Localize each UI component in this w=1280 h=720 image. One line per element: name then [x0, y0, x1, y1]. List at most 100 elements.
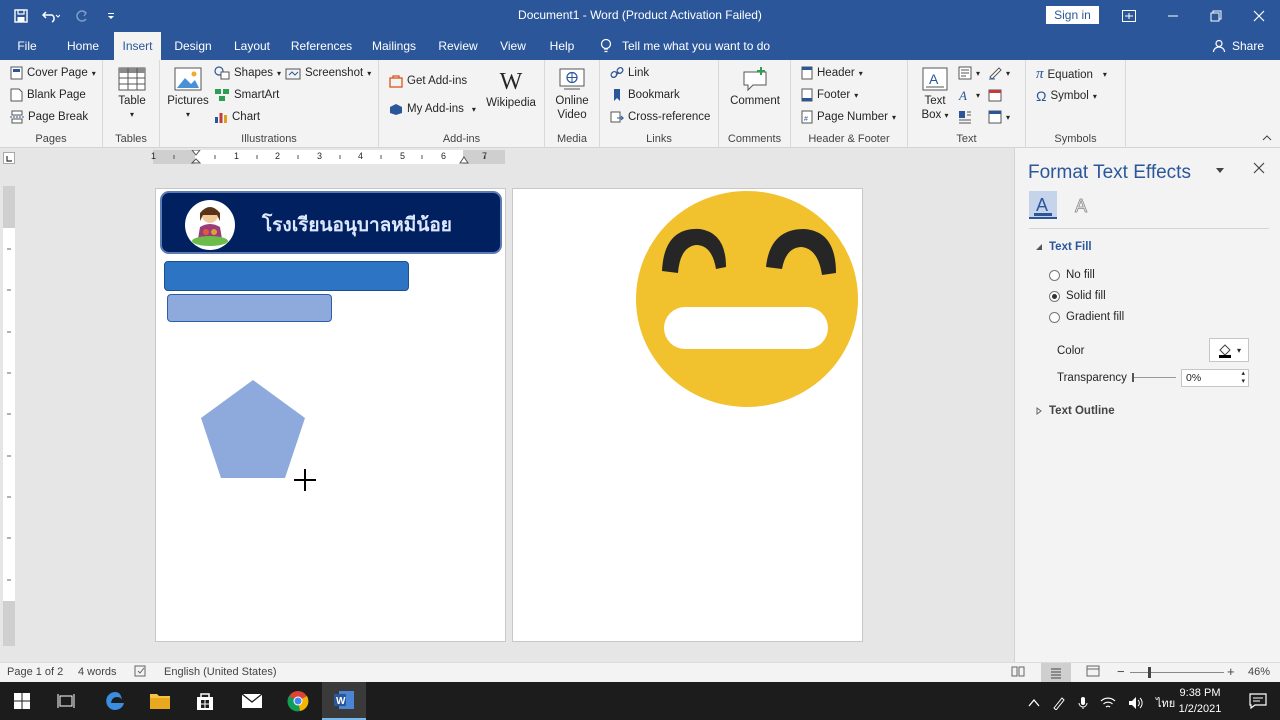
gradient-fill-radio[interactable]: Gradient fill: [1049, 311, 1124, 323]
restore-button[interactable]: [1194, 0, 1238, 32]
tab-mailings[interactable]: Mailings: [366, 32, 422, 60]
vertical-ruler[interactable]: [3, 186, 15, 646]
tab-references[interactable]: References: [288, 32, 355, 60]
page-2[interactable]: [512, 188, 863, 642]
get-addins-button[interactable]: Get Add-ins: [389, 74, 467, 88]
table-button[interactable]: Table ▾: [113, 66, 151, 122]
pane-options-button[interactable]: [1215, 164, 1225, 178]
date-time-button[interactable]: [988, 88, 1002, 102]
collapse-ribbon-button[interactable]: [1262, 134, 1272, 142]
proofing-icon[interactable]: [134, 665, 148, 680]
bookmark-button[interactable]: Bookmark: [610, 88, 680, 102]
tab-home[interactable]: Home: [60, 32, 106, 60]
object-button[interactable]: ▾: [988, 110, 1010, 124]
speaker-icon[interactable]: [1128, 696, 1144, 710]
smartart-button[interactable]: SmartArt: [214, 88, 279, 102]
zoom-slider[interactable]: [1130, 672, 1224, 673]
online-video-button[interactable]: Online Video: [551, 66, 593, 122]
tab-layout[interactable]: Layout: [228, 32, 276, 60]
no-fill-radio[interactable]: No fill: [1049, 269, 1095, 281]
equation-button[interactable]: π Equation ▾: [1036, 66, 1107, 83]
edge-button[interactable]: [93, 682, 137, 720]
text-box-button[interactable]: A Text Box ▾: [914, 66, 956, 123]
tab-view[interactable]: View: [494, 32, 532, 60]
microphone-icon[interactable]: [1078, 696, 1088, 710]
share-button[interactable]: Share: [1212, 32, 1264, 60]
action-center-button[interactable]: [1236, 682, 1280, 720]
footer-button[interactable]: Footer ▾: [801, 88, 858, 102]
clock[interactable]: 9:38 PM 1/2/2021: [1172, 685, 1228, 717]
solid-fill-radio[interactable]: Solid fill: [1049, 290, 1106, 302]
zoom-out-button[interactable]: −: [1117, 664, 1125, 679]
tell-me-box[interactable]: Tell me what you want to do: [600, 32, 770, 60]
tab-design[interactable]: Design: [170, 32, 216, 60]
pentagon-shape[interactable]: [199, 378, 307, 480]
redo-button[interactable]: [70, 6, 92, 26]
text-effects-tab[interactable]: A: [1067, 191, 1095, 219]
text-fill-section-header[interactable]: Text Fill: [1035, 241, 1092, 253]
minimize-button[interactable]: [1151, 0, 1195, 32]
zoom-in-button[interactable]: +: [1227, 664, 1235, 679]
file-explorer-button[interactable]: [138, 682, 182, 720]
wifi-icon[interactable]: [1100, 696, 1116, 710]
header-button[interactable]: Header ▾: [801, 66, 863, 80]
right-indent-marker[interactable]: [459, 156, 469, 164]
mail-button[interactable]: [230, 682, 274, 720]
pane-close-button[interactable]: [1253, 162, 1265, 177]
grinning-emoji-shape[interactable]: [636, 187, 860, 409]
store-button[interactable]: [183, 682, 227, 720]
word-taskbar-button[interactable]: W: [322, 682, 366, 720]
chart-button[interactable]: Chart: [214, 110, 260, 124]
word-count[interactable]: 4 words: [78, 666, 117, 678]
signature-line-button[interactable]: ▾: [988, 66, 1010, 80]
wikipedia-button[interactable]: W Wikipedia: [481, 68, 541, 110]
transparency-input[interactable]: 0% ▴ ▾: [1181, 369, 1249, 387]
horizontal-ruler[interactable]: 1 1 2 3 4 5 6 7: [151, 150, 505, 164]
transparency-slider-thumb[interactable]: [1132, 373, 1134, 382]
school-banner[interactable]: โรงเรียนอนุบาลหมีน้อย: [160, 191, 502, 254]
cover-page-button[interactable]: Cover Page ▾: [10, 66, 96, 80]
zoom-level[interactable]: 46%: [1248, 666, 1270, 678]
tab-file[interactable]: File: [8, 32, 46, 60]
close-button[interactable]: [1237, 0, 1280, 32]
screenshot-button[interactable]: Screenshot ▾: [285, 66, 371, 80]
drop-cap-button[interactable]: [958, 110, 972, 124]
web-layout-button[interactable]: [1086, 665, 1100, 680]
blue-bar-shape[interactable]: [164, 261, 409, 291]
tab-selector-button[interactable]: [3, 152, 15, 164]
ribbon-display-options-button[interactable]: [1107, 0, 1151, 32]
save-button[interactable]: [10, 6, 32, 26]
color-picker-button[interactable]: ▾: [1209, 338, 1249, 362]
text-fill-outline-tab[interactable]: A: [1029, 191, 1057, 219]
wordart-button[interactable]: A ▾: [958, 88, 980, 102]
start-button[interactable]: [0, 682, 44, 720]
light-blue-bar-shape[interactable]: [167, 294, 332, 322]
print-layout-button[interactable]: [1041, 663, 1071, 682]
text-outline-section-header[interactable]: Text Outline: [1035, 405, 1115, 417]
pictures-button[interactable]: Pictures ▾: [166, 66, 210, 122]
comment-button[interactable]: Comment: [725, 66, 785, 108]
link-button[interactable]: Link: [610, 66, 649, 80]
my-addins-button[interactable]: My Add-ins ▾: [389, 102, 476, 116]
symbol-button[interactable]: Ω Symbol ▾: [1036, 88, 1097, 104]
tab-review[interactable]: Review: [434, 32, 482, 60]
customize-qat-button[interactable]: [100, 6, 122, 26]
cross-reference-button[interactable]: Cross-reference: [610, 110, 710, 124]
tab-insert[interactable]: Insert: [114, 32, 161, 60]
shapes-button[interactable]: Shapes ▾: [214, 66, 281, 80]
page-break-button[interactable]: Page Break: [10, 110, 88, 124]
zoom-slider-thumb[interactable]: [1148, 667, 1151, 678]
indent-marker[interactable]: [191, 150, 201, 164]
language-indicator[interactable]: English (United States): [164, 666, 277, 678]
spinner-icon[interactable]: ▴ ▾: [1241, 370, 1245, 386]
chrome-button[interactable]: [276, 682, 320, 720]
transparency-slider[interactable]: [1132, 373, 1176, 382]
sign-in-button[interactable]: Sign in: [1046, 6, 1099, 24]
quick-parts-button[interactable]: ▾: [958, 66, 980, 80]
page-1[interactable]: โรงเรียนอนุบาลหมีน้อย: [155, 188, 506, 642]
undo-button[interactable]: [40, 6, 62, 26]
page-number-button[interactable]: # Page Number ▾: [801, 110, 896, 124]
read-mode-button[interactable]: [1011, 665, 1025, 680]
blank-page-button[interactable]: Blank Page: [10, 88, 86, 102]
task-view-button[interactable]: [44, 682, 88, 720]
